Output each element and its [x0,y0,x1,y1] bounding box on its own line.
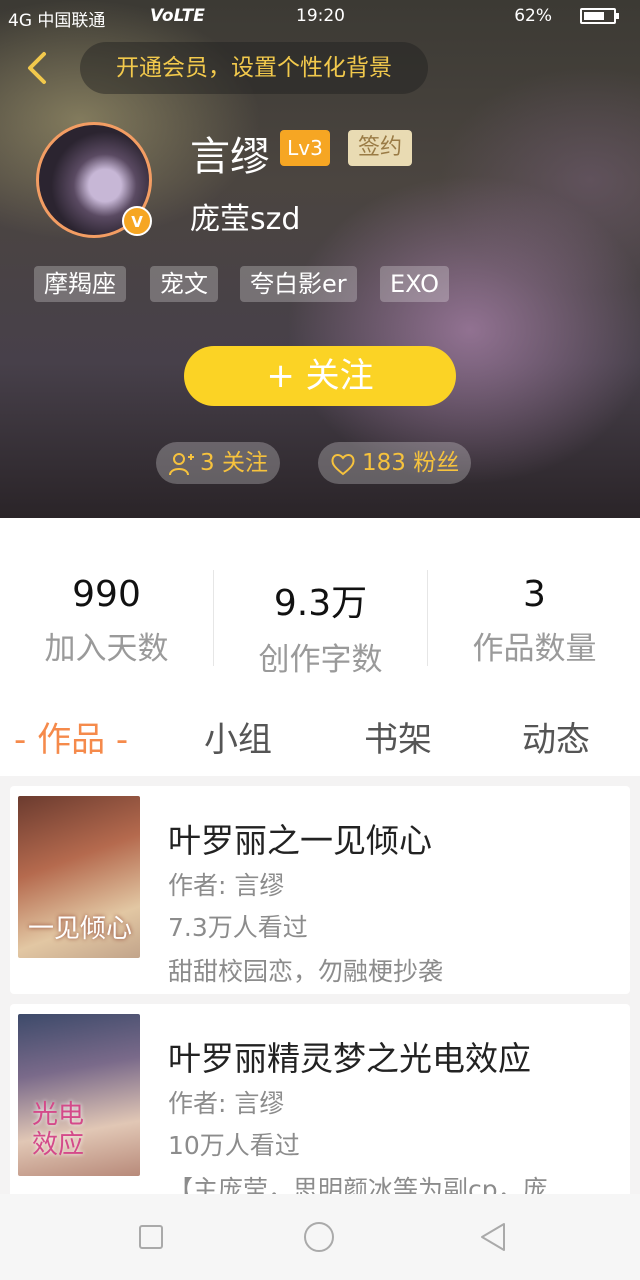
tag-chip: 夸白影er [240,266,357,302]
fans-count[interactable]: 183 粉丝 [318,442,472,484]
tab-activity[interactable]: 动态 [522,712,590,761]
volte-label: VoLTE [150,6,205,26]
person-add-icon [169,452,194,475]
follow-button[interactable]: + 关注 [184,346,456,406]
fans-label: 183 粉丝 [362,450,460,476]
cover-title: 光电效应 [32,1100,85,1160]
battery-icon [580,8,619,24]
stat-label: 作品数量 [472,631,597,667]
tag-chip: 摩羯座 [34,266,126,302]
following-count[interactable]: 3 关注 [156,442,280,484]
stat-value: 990 [72,574,141,615]
profile-tabs: - 作品 - 小组 书架 动态 [0,688,640,776]
book-views: 10万人看过 [168,1131,300,1160]
cover-title: 一见倾心 [28,914,133,944]
stat-label: 创作字数 [258,642,383,678]
heart-icon [331,453,355,475]
system-nav-bar [0,1194,640,1280]
tag-chip: EXO [380,266,449,302]
book-title[interactable]: 叶罗丽精灵梦之光电效应 [168,1032,531,1080]
back-triangle-icon[interactable] [478,1221,508,1257]
user-handle: 庞莹szd [190,202,301,237]
battery-percent: 62% [514,6,552,26]
recent-apps-icon[interactable] [138,1224,164,1254]
stats-panel: 990 加入天数 9.3万 创作字数 3 作品数量 [0,518,640,689]
stat-label: 加入天数 [44,631,169,667]
following-label: 3 关注 [200,450,268,476]
vip-background-banner[interactable]: 开通会员，设置个性化背景 [80,42,428,94]
book-card[interactable]: 一见倾心 叶罗丽之一见倾心 作者: 言缪 7.3万人看过 甜甜校园恋，勿融梗抄袭 [10,786,630,994]
tab-works[interactable]: - 作品 - [14,712,128,761]
tag-chip: 宠文 [150,266,218,302]
signed-badge: 签约 [348,130,412,166]
book-author: 作者: 言缪 [168,871,285,900]
stat-join-days: 990 加入天数 [0,574,213,668]
clock: 19:20 [296,6,345,26]
verified-badge: V [122,206,152,236]
level-badge: Lv3 [280,130,330,166]
book-author: 作者: 言缪 [168,1089,285,1118]
back-arrow-icon[interactable] [18,48,58,88]
tab-groups[interactable]: 小组 [204,712,272,761]
book-card[interactable]: 光电效应 叶罗丽精灵梦之光电效应 作者: 言缪 10万人看过 【主庞莹，思明颜冰… [10,1004,630,1204]
stat-word-count: 9.3万 创作字数 [214,574,427,679]
book-views: 7.3万人看过 [168,913,308,942]
stat-value: 9.3万 [273,583,368,624]
home-icon[interactable] [303,1221,335,1257]
profile-header: 4G 中国联通 VoLTE 19:20 62% 开通会员，设置个性化背景 V 言… [0,0,640,518]
stat-works-count: 3 作品数量 [428,574,640,668]
book-cover[interactable]: 一见倾心 [18,796,140,958]
tab-bookshelf[interactable]: 书架 [364,712,432,761]
book-cover[interactable]: 光电效应 [18,1014,140,1176]
carrier-label: 4G 中国联通 [8,11,106,31]
username: 言缪 [190,134,270,180]
book-title[interactable]: 叶罗丽之一见倾心 [168,814,432,862]
stat-value: 3 [523,574,546,615]
book-description: 甜甜校园恋，勿融梗抄袭 [168,957,444,986]
status-bar: 4G 中国联通 VoLTE 19:20 62% [0,0,640,32]
